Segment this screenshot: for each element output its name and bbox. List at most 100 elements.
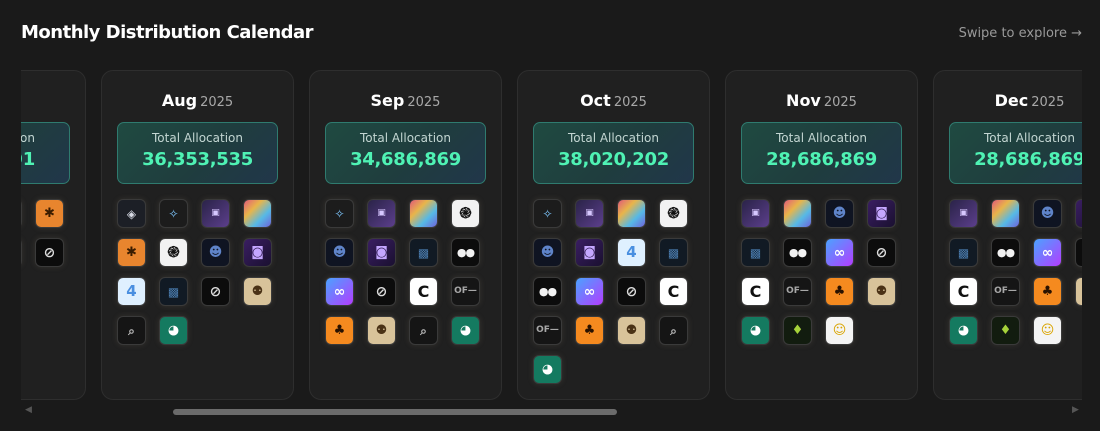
pingo-icon[interactable]: ⊘ [35,238,64,267]
cube-icon[interactable]: ◈ [21,199,22,228]
month-card-oct[interactable]: Oct 2025 Total Allocation 38,020,202 ✧ ▣ … [517,70,710,400]
robot-icon[interactable]: ☻ [201,238,230,267]
spiral-icon[interactable]: ֎ [159,238,188,267]
c-logo-icon[interactable]: C [949,277,978,306]
purple-token-icon[interactable]: ▣ [201,199,230,228]
mirror-icon[interactable]: ◙ [367,238,396,267]
robot-icon[interactable]: ☻ [533,238,562,267]
grid-token-icon[interactable]: ▩ [659,238,688,267]
pingo-icon[interactable]: ⊘ [1075,238,1082,267]
pingo-icon[interactable]: ⊘ [867,238,896,267]
purple-token-icon[interactable]: ▣ [949,199,978,228]
mirror-icon[interactable]: ◙ [1075,199,1082,228]
bird-icon[interactable]: ✧ [159,199,188,228]
orange-mascot-icon[interactable]: ✱ [117,238,146,267]
pingo-icon[interactable]: ⊘ [617,277,646,306]
pingo-icon[interactable]: ⊘ [201,277,230,306]
doll-icon[interactable]: ♣ [1033,277,1062,306]
robot-icon[interactable]: ☻ [825,199,854,228]
purple-token-icon[interactable]: ▣ [575,199,604,228]
token-grid: ✧ ▣ ֎ ☻ ◙ ▩ ●● ∞ ⊘ C OF— ♣ ⚉ ⌕ ◕ [325,199,489,345]
warrior-icon[interactable]: ♦ [991,316,1020,345]
rainbow-token-icon[interactable] [243,199,272,228]
swirl-icon[interactable]: ∞ [575,277,604,306]
four-icon[interactable]: 4 [617,238,646,267]
dots-icon[interactable]: ●● [451,238,480,267]
swirl-icon[interactable]: ∞ [825,238,854,267]
cat-icon[interactable]: ⚉ [617,316,646,345]
lego-icon[interactable]: ☺ [825,316,854,345]
month-name: Sep [370,91,405,110]
month-card-nov[interactable]: Nov 2025 Total Allocation 28,686,869 ▣ ☻ … [725,70,918,400]
ghost-icon[interactable]: ◕ [533,355,562,384]
month-card-jul[interactable]: Total Allocation 91 ◈ ✱ ◙ ⊘ [21,70,86,400]
robot-icon[interactable]: ☻ [325,238,354,267]
card-heading: Dec 2025 [934,91,1082,110]
mirror-icon[interactable]: ◙ [575,238,604,267]
scroll-right-arrow-icon[interactable]: ▶ [1072,405,1079,415]
swirl-icon[interactable]: ∞ [1033,238,1062,267]
swirl-icon[interactable]: ∞ [325,277,354,306]
magnifier-icon[interactable]: ⌕ [659,316,688,345]
cat-icon[interactable]: ⚉ [867,277,896,306]
robot-icon[interactable]: ☻ [1033,199,1062,228]
ghost-icon[interactable]: ◕ [159,316,188,345]
doll-icon[interactable]: ♣ [325,316,354,345]
purple-token-icon[interactable]: ▣ [741,199,770,228]
grid-token-icon[interactable]: ▩ [159,277,188,306]
dots-icon[interactable]: ●● [783,238,812,267]
scroll-left-arrow-icon[interactable]: ◀ [25,405,32,415]
of-icon[interactable]: OF— [533,316,562,345]
c-logo-icon[interactable]: C [741,277,770,306]
cube-icon[interactable]: ◈ [117,199,146,228]
cat-icon[interactable]: ⚉ [367,316,396,345]
rainbow-token-icon[interactable] [991,199,1020,228]
ghost-icon[interactable]: ◕ [451,316,480,345]
c-logo-icon[interactable]: C [659,277,688,306]
month-card-sep[interactable]: Sep 2025 Total Allocation 34,686,869 ✧ ▣ … [309,70,502,400]
purple-token-icon[interactable]: ▣ [367,199,396,228]
rainbow-token-icon[interactable] [409,199,438,228]
allocation-label: Total Allocation [21,131,35,145]
dots-icon[interactable]: ●● [991,238,1020,267]
grid-token-icon[interactable]: ▩ [949,238,978,267]
lego-icon[interactable]: ☺ [1033,316,1062,345]
dots-icon[interactable]: ●● [533,277,562,306]
pingo-icon[interactable]: ⊘ [367,277,396,306]
of-icon[interactable]: OF— [451,277,480,306]
allocation-value: 28,686,869 [974,149,1082,170]
ghost-icon[interactable]: ◕ [741,316,770,345]
month-carousel[interactable]: Total Allocation 91 ◈ ✱ ◙ ⊘ Aug2025 Tota… [21,70,1082,402]
month-name: Dec [994,91,1029,110]
rainbow-token-icon[interactable] [617,199,646,228]
doll-icon[interactable]: ♣ [825,277,854,306]
mirror-icon[interactable]: ◙ [867,199,896,228]
token-grid: ◈ ✱ ◙ ⊘ [21,199,73,267]
month-card-dec[interactable]: Dec 2025 Total Allocation 28,686,869 ▣ ☻ … [933,70,1082,400]
scrollbar-thumb[interactable] [173,409,617,415]
magnifier-icon[interactable]: ⌕ [117,316,146,345]
grid-token-icon[interactable]: ▩ [741,238,770,267]
spiral-icon[interactable]: ֎ [659,199,688,228]
bird-icon[interactable]: ✧ [325,199,354,228]
spiral-icon[interactable]: ֎ [451,199,480,228]
c-logo-icon[interactable]: C [409,277,438,306]
bird-icon[interactable]: ✧ [533,199,562,228]
rainbow-token-icon[interactable] [783,199,812,228]
doll-icon[interactable]: ♣ [575,316,604,345]
cat-icon[interactable]: ⚉ [1075,277,1082,306]
orange-mascot-icon[interactable]: ✱ [35,199,64,228]
mirror-icon[interactable]: ◙ [21,238,22,267]
month-card-aug[interactable]: Aug 2025 Total Allocation 36,353,535 ◈ ✧ … [101,70,294,400]
grid-token-icon[interactable]: ▩ [409,238,438,267]
page-title: Monthly Distribution Calendar [21,22,314,43]
four-icon[interactable]: 4 [117,277,146,306]
cat-icon[interactable]: ⚉ [243,277,272,306]
of-icon[interactable]: OF— [991,277,1020,306]
warrior-icon[interactable]: ♦ [783,316,812,345]
of-icon[interactable]: OF— [783,277,812,306]
month-name: Nov [786,91,821,110]
magnifier-icon[interactable]: ⌕ [409,316,438,345]
ghost-icon[interactable]: ◕ [949,316,978,345]
mirror-icon[interactable]: ◙ [243,238,272,267]
